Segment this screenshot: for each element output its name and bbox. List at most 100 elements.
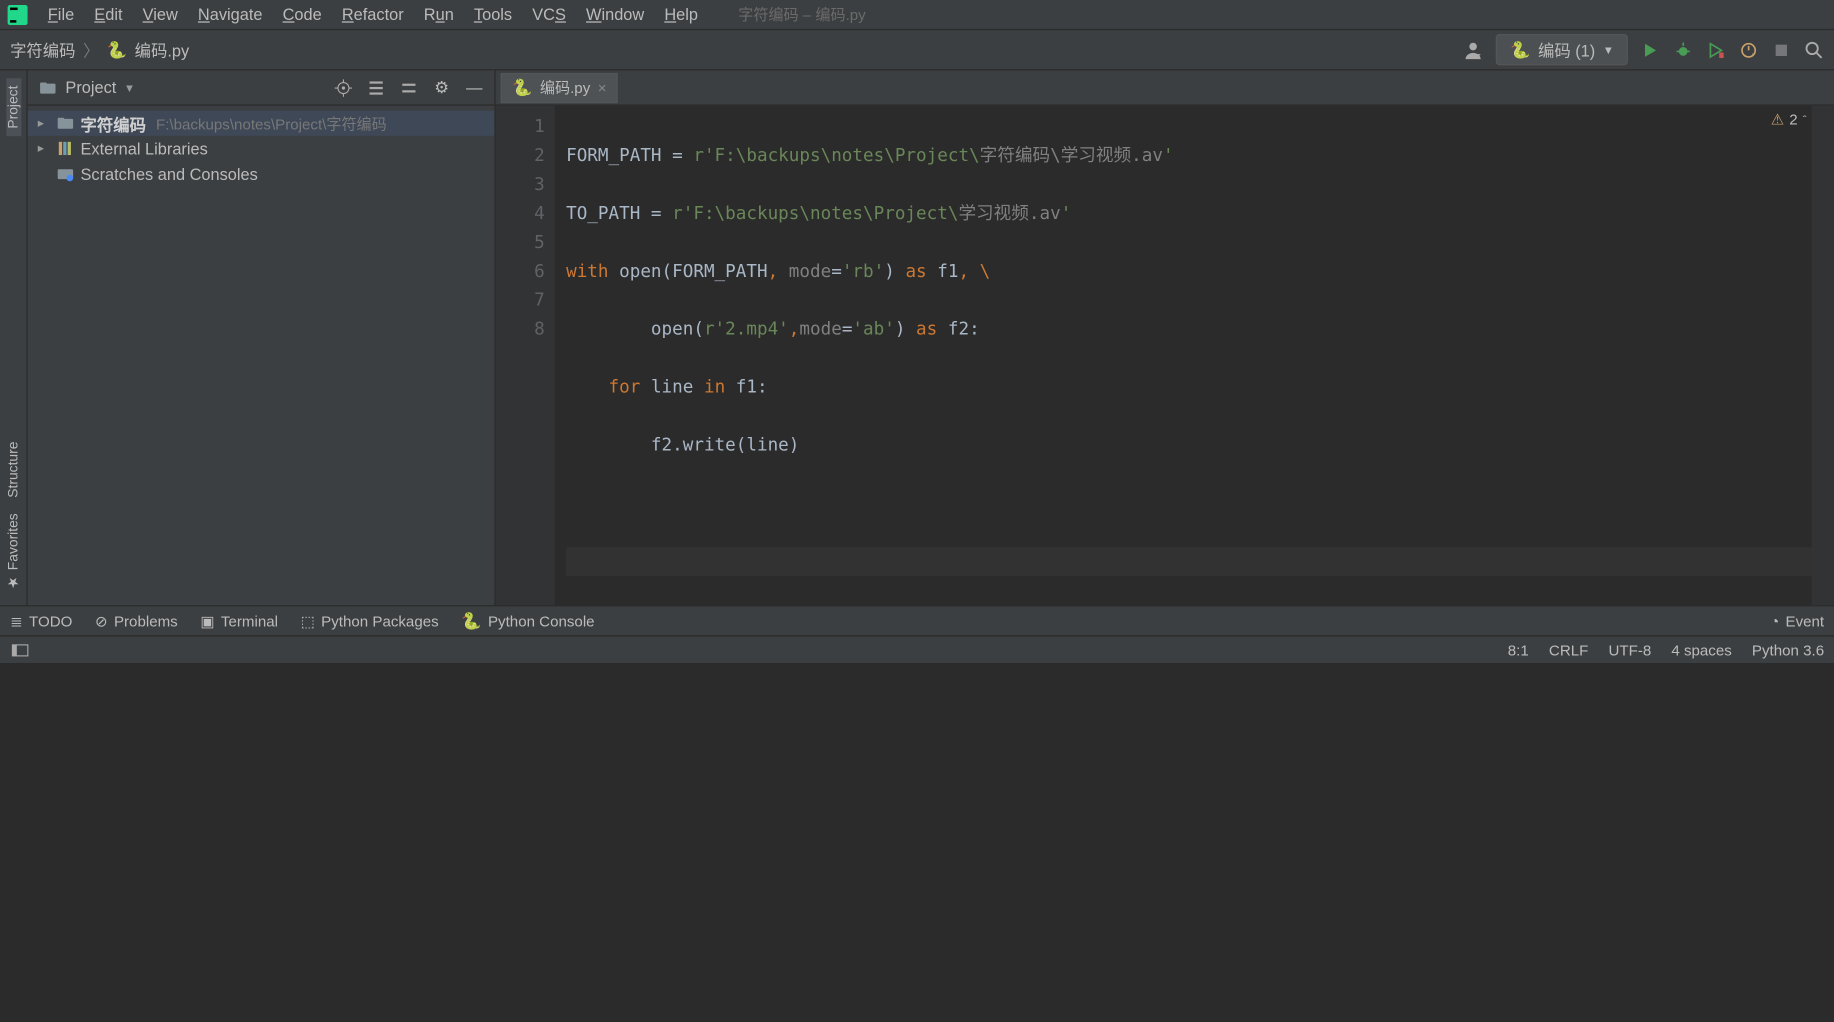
editor: 🐍 编码.py × 1 2 3 4 5 6 7 8 FORM_PATH = r'… bbox=[496, 70, 1834, 605]
run-button-icon[interactable] bbox=[1640, 40, 1660, 60]
balloon-icon: ◔ bbox=[1770, 612, 1779, 630]
statusbar: 8:1 CRLF UTF-8 4 spaces Python 3.6 bbox=[0, 635, 1834, 663]
code-line: FORM_PATH = r'F:\backups\notes\Project\字… bbox=[566, 142, 1811, 171]
menu-run[interactable]: Run bbox=[414, 5, 464, 24]
status-indent[interactable]: 4 spaces bbox=[1671, 641, 1731, 659]
line-num: 7 bbox=[496, 287, 545, 316]
editor-tab[interactable]: 🐍 编码.py × bbox=[501, 72, 618, 102]
python-file-icon: 🐍 bbox=[512, 77, 532, 97]
menu-navigate[interactable]: Navigate bbox=[188, 5, 273, 24]
bottom-toolbar: ≣TODO ⊘Problems ▣Terminal ⬚Python Packag… bbox=[0, 605, 1834, 635]
list-icon: ≣ bbox=[10, 612, 23, 630]
status-eol[interactable]: CRLF bbox=[1549, 641, 1588, 659]
status-interpreter[interactable]: Python 3.6 bbox=[1752, 641, 1824, 659]
tree-external[interactable]: ▸ External Libraries bbox=[28, 136, 495, 161]
line-num: 8 bbox=[496, 316, 545, 345]
tree-scratches[interactable]: Scratches and Consoles bbox=[28, 161, 495, 186]
menu-help[interactable]: Help bbox=[654, 5, 708, 24]
settings-icon[interactable]: ⚙ bbox=[431, 77, 451, 97]
line-num: 3 bbox=[496, 171, 545, 200]
expand-all-icon[interactable] bbox=[366, 77, 386, 97]
expand-arrow-icon[interactable]: ▸ bbox=[38, 116, 51, 130]
close-tab-icon[interactable]: × bbox=[598, 79, 607, 97]
menu-window[interactable]: Window bbox=[576, 5, 654, 24]
line-num: 1 bbox=[496, 113, 545, 142]
crumb-file[interactable]: 编码.py bbox=[135, 38, 190, 62]
python-file-icon: 🐍 bbox=[107, 40, 127, 60]
code-line: f2.write(line) bbox=[566, 431, 1811, 460]
bottom-terminal[interactable]: ▣Terminal bbox=[200, 612, 278, 630]
profile-button-icon[interactable] bbox=[1739, 40, 1759, 60]
terminal-icon: ▣ bbox=[200, 612, 214, 630]
line-gutter: 1 2 3 4 5 6 7 8 bbox=[496, 106, 556, 605]
bottom-packages[interactable]: ⬚Python Packages bbox=[301, 612, 439, 630]
left-stripe: Project Structure ★ Favorites bbox=[0, 70, 28, 605]
crumb-sep: 〉 bbox=[83, 38, 99, 62]
stop-button-icon[interactable] bbox=[1771, 40, 1791, 60]
error-stripe[interactable] bbox=[1812, 106, 1834, 605]
warning-count: 2 bbox=[1789, 111, 1797, 129]
editor-body[interactable]: 1 2 3 4 5 6 7 8 FORM_PATH = r'F:\backups… bbox=[496, 106, 1834, 605]
line-num: 6 bbox=[496, 258, 545, 287]
line-num: 5 bbox=[496, 229, 545, 258]
menu-edit[interactable]: Edit bbox=[84, 5, 132, 24]
debug-button-icon[interactable] bbox=[1673, 40, 1693, 60]
status-encoding[interactable]: UTF-8 bbox=[1608, 641, 1651, 659]
menu-refactor[interactable]: Refactor bbox=[332, 5, 414, 24]
bottom-problems[interactable]: ⊘Problems bbox=[95, 612, 178, 630]
menu-code[interactable]: Code bbox=[273, 5, 332, 24]
code-line bbox=[566, 489, 1811, 518]
project-view-label[interactable]: Project bbox=[65, 78, 116, 97]
code-area[interactable]: FORM_PATH = r'F:\backups\notes\Project\字… bbox=[556, 106, 1811, 605]
line-num: 4 bbox=[496, 200, 545, 229]
tree-root[interactable]: ▸ 字符编码 F:\backups\notes\Project\字符编码 bbox=[28, 111, 495, 136]
code-line-active bbox=[566, 547, 1811, 576]
project-panel: Project ▼ ⚙ — ▸ 字符编码 F:\backups\notes\Pr… bbox=[28, 70, 496, 605]
stripe-project[interactable]: Project bbox=[6, 78, 21, 136]
run-config-dropdown[interactable]: 🐍 编码 (1) ▼ bbox=[1496, 34, 1628, 65]
tree-root-path: F:\backups\notes\Project\字符编码 bbox=[156, 113, 387, 134]
coverage-button-icon[interactable] bbox=[1706, 40, 1726, 60]
editor-tab-label: 编码.py bbox=[540, 77, 590, 98]
collapse-all-icon[interactable] bbox=[399, 77, 419, 97]
crumb-root[interactable]: 字符编码 bbox=[10, 38, 75, 62]
menu-vcs[interactable]: VCS bbox=[522, 5, 576, 24]
tree-external-label: External Libraries bbox=[81, 139, 208, 158]
python-icon: 🐍 bbox=[1510, 40, 1530, 60]
bottom-eventlog[interactable]: ◔Event bbox=[1770, 612, 1824, 630]
breadcrumb: 字符编码 〉 🐍 编码.py bbox=[10, 38, 189, 62]
menu-file[interactable]: File bbox=[38, 5, 85, 24]
dropdown-caret-icon: ▼ bbox=[1603, 43, 1614, 56]
project-view-icon bbox=[38, 77, 58, 97]
inspection-badge[interactable]: ⚠ 2 ˆ bbox=[1771, 111, 1807, 129]
bottom-console[interactable]: 🐍Python Console bbox=[461, 611, 594, 631]
hide-icon[interactable]: — bbox=[464, 77, 484, 97]
app-logo-icon bbox=[8, 4, 28, 24]
stripe-favorites[interactable]: ★ Favorites bbox=[5, 505, 21, 597]
menu-tools[interactable]: Tools bbox=[464, 5, 522, 24]
chevron-up-icon[interactable]: ˆ bbox=[1803, 113, 1807, 126]
tree-scratches-label: Scratches and Consoles bbox=[81, 164, 258, 183]
toolwindow-toggle-icon[interactable] bbox=[10, 640, 30, 660]
line-num: 2 bbox=[496, 142, 545, 171]
user-icon[interactable] bbox=[1464, 40, 1484, 60]
search-everywhere-icon[interactable] bbox=[1804, 40, 1824, 60]
scratches-icon bbox=[55, 164, 75, 184]
stripe-structure[interactable]: Structure bbox=[6, 434, 21, 505]
tree-root-name: 字符编码 bbox=[81, 111, 146, 135]
folder-icon bbox=[55, 113, 75, 133]
toolbar: 字符编码 〉 🐍 编码.py 🐍 编码 (1) ▼ bbox=[0, 30, 1834, 70]
menubar: File Edit View Navigate Code Refactor Ru… bbox=[0, 0, 1834, 30]
code-line: open(r'2.mp4',mode='ab') as f2: bbox=[566, 316, 1811, 345]
code-line: TO_PATH = r'F:\backups\notes\Project\学习视… bbox=[566, 200, 1811, 229]
bottom-todo[interactable]: ≣TODO bbox=[10, 612, 72, 630]
packages-icon: ⬚ bbox=[301, 612, 315, 630]
project-view-caret-icon[interactable]: ▼ bbox=[124, 81, 135, 94]
library-icon bbox=[55, 138, 75, 158]
run-config-label: 编码 (1) bbox=[1538, 38, 1595, 62]
locate-icon[interactable] bbox=[333, 77, 353, 97]
status-pos[interactable]: 8:1 bbox=[1508, 641, 1529, 659]
code-line: with open(FORM_PATH, mode='rb') as f1, \ bbox=[566, 258, 1811, 287]
menu-view[interactable]: View bbox=[133, 5, 188, 24]
expand-arrow-icon[interactable]: ▸ bbox=[38, 142, 51, 156]
